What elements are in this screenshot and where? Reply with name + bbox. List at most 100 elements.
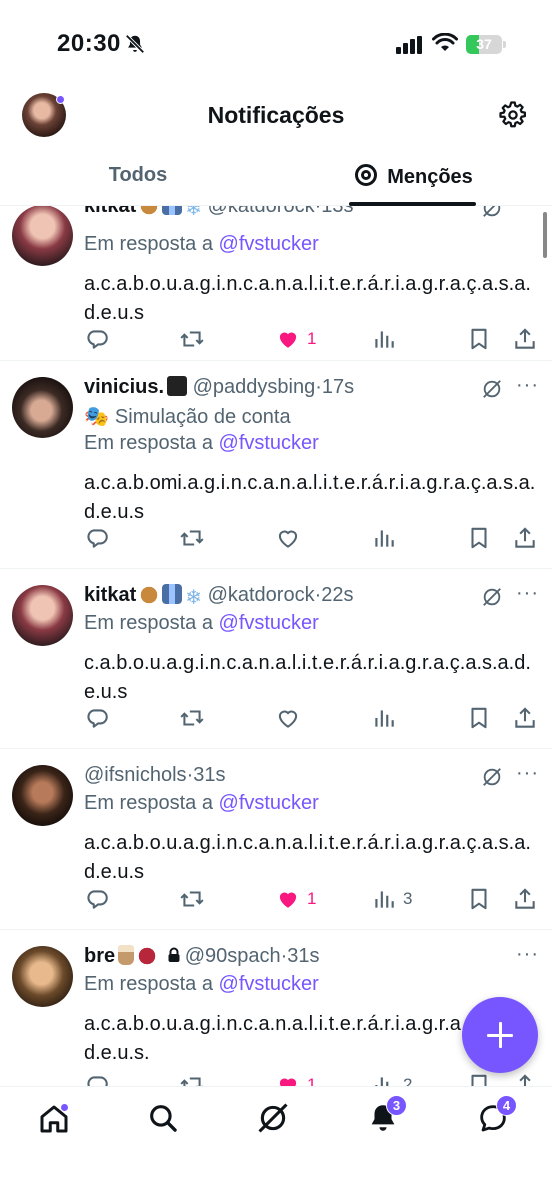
retweet-icon [180,331,204,347]
avatar[interactable] [12,585,73,646]
share-button[interactable] [512,324,538,354]
views-button[interactable]: 3 [371,884,412,914]
post-text: c.a.b.o.u.a.g.i.n.c.a.n.a.l.i.t.e.r.á.r.… [84,652,531,703]
retweet-icon [180,891,204,907]
grok-icon [258,1103,288,1133]
post[interactable]: @ifsnichols·31s ··· Em resposta a @fvstu… [0,749,552,930]
bookmark-button[interactable] [466,703,492,733]
gear-icon[interactable] [498,100,528,130]
post[interactable]: vinicius. @paddysbing·17s ··· 🎭 Simulação… [0,361,552,569]
tab-all[interactable]: Todos [0,150,276,206]
bubble-tea-emoji [118,945,135,965]
handle[interactable]: @ifsnichols [84,764,187,786]
like-button[interactable]: 1 [275,884,316,914]
views-button[interactable] [371,324,397,354]
reply-button[interactable] [84,324,110,354]
avatar[interactable] [12,206,73,266]
like-button[interactable] [275,703,301,733]
camera-emoji [167,376,188,396]
grok-icon[interactable] [481,766,503,788]
reply-prefix: Em resposta a [84,792,213,814]
display-name[interactable]: bre [84,945,115,967]
views-button[interactable] [371,703,397,733]
page-title: Notificações [207,102,345,128]
compose-button[interactable] [462,997,538,1073]
handle[interactable]: @paddysbing [193,376,316,398]
bookmark-button[interactable] [466,523,492,553]
share-icon [515,527,535,548]
retweet-button[interactable] [179,523,205,553]
post-actions: 13 [84,884,544,914]
post[interactable]: kitkat❄ @katdorock·13s ··· Em resposta a… [0,206,552,361]
snowflake-emoji: ❄ [185,206,203,220]
mention-link[interactable]: @fvstucker [219,973,319,995]
mention-link[interactable]: @fvstucker [219,432,319,454]
views-icon [375,1077,389,1086]
share-button[interactable] [512,1070,538,1086]
bookmark-button[interactable] [466,1070,492,1086]
like-count: 1 [307,329,317,348]
mention-link[interactable]: @fvstucker [219,792,319,814]
retweet-button[interactable] [179,1070,205,1086]
more-icon[interactable]: ··· [516,762,539,785]
reply-button[interactable] [84,884,110,914]
avatar[interactable] [12,765,73,826]
more-icon[interactable]: ··· [516,582,539,605]
like-button[interactable] [275,523,301,553]
share-button[interactable] [512,523,538,553]
bookmark-icon [471,888,487,910]
like-button[interactable]: 1 [275,1070,316,1086]
reply-button[interactable] [84,523,110,553]
share-button[interactable] [512,703,538,733]
more-icon[interactable]: ··· [516,943,539,966]
grok-icon[interactable] [481,378,503,400]
more-icon[interactable]: ··· [516,206,539,216]
retweet-button[interactable] [179,703,205,733]
handle[interactable]: @katdorock [208,584,315,606]
reply-button[interactable] [84,1070,110,1086]
avatar[interactable] [12,377,73,438]
views-icon [375,530,394,547]
reply-button[interactable] [84,703,110,733]
grok-icon[interactable] [481,206,503,219]
mask-icon: 🎭 [84,406,109,428]
nav-notifications[interactable]: 3 [366,1095,407,1141]
timestamp: 31s [287,945,320,967]
nav-grok[interactable] [256,1101,296,1141]
mention-link[interactable]: @fvstucker [219,233,319,255]
display-name[interactable]: kitkat [84,206,136,217]
display-name[interactable]: vinicius. [84,376,164,398]
post[interactable]: bre @90spach·31s ··· Em resposta a @fvst… [0,930,552,1086]
status-bar: 20:30 37 [0,0,552,90]
mention-link[interactable]: @fvstucker [219,612,319,634]
battery-percent: 37 [476,36,492,52]
views-button[interactable] [371,523,397,553]
messages-badge: 4 [496,1095,517,1116]
grok-icon[interactable] [481,586,503,608]
handle[interactable]: @90spach [185,945,281,967]
post-actions [84,523,544,553]
like-button[interactable]: 1 [275,324,316,354]
retweet-button[interactable] [179,884,205,914]
nav-search[interactable] [146,1101,186,1141]
scroll-indicator[interactable] [543,212,547,258]
bookmark-button[interactable] [466,324,492,354]
bookmark-icon [471,328,487,350]
nav-home[interactable] [36,1101,76,1141]
reply-context: Em resposta a @fvstucker [84,792,319,815]
bookmark-button[interactable] [466,884,492,914]
display-name[interactable]: kitkat [84,584,136,606]
retweet-button[interactable] [179,324,205,354]
views-button[interactable]: 2 [371,1070,412,1086]
suit-emoji [162,206,183,215]
views-icon [375,891,394,908]
reply-icon [87,330,108,349]
more-icon[interactable]: ··· [516,374,539,397]
post[interactable]: kitkat ❄ @katdorock·22s ··· Em resposta a… [0,569,552,749]
share-button[interactable] [512,884,538,914]
like-count: 1 [307,1075,317,1086]
avatar[interactable] [12,946,73,1007]
tab-mentions[interactable]: Menções [276,150,552,206]
nav-messages[interactable]: 4 [476,1095,517,1141]
handle[interactable]: @katdorock [208,206,315,217]
